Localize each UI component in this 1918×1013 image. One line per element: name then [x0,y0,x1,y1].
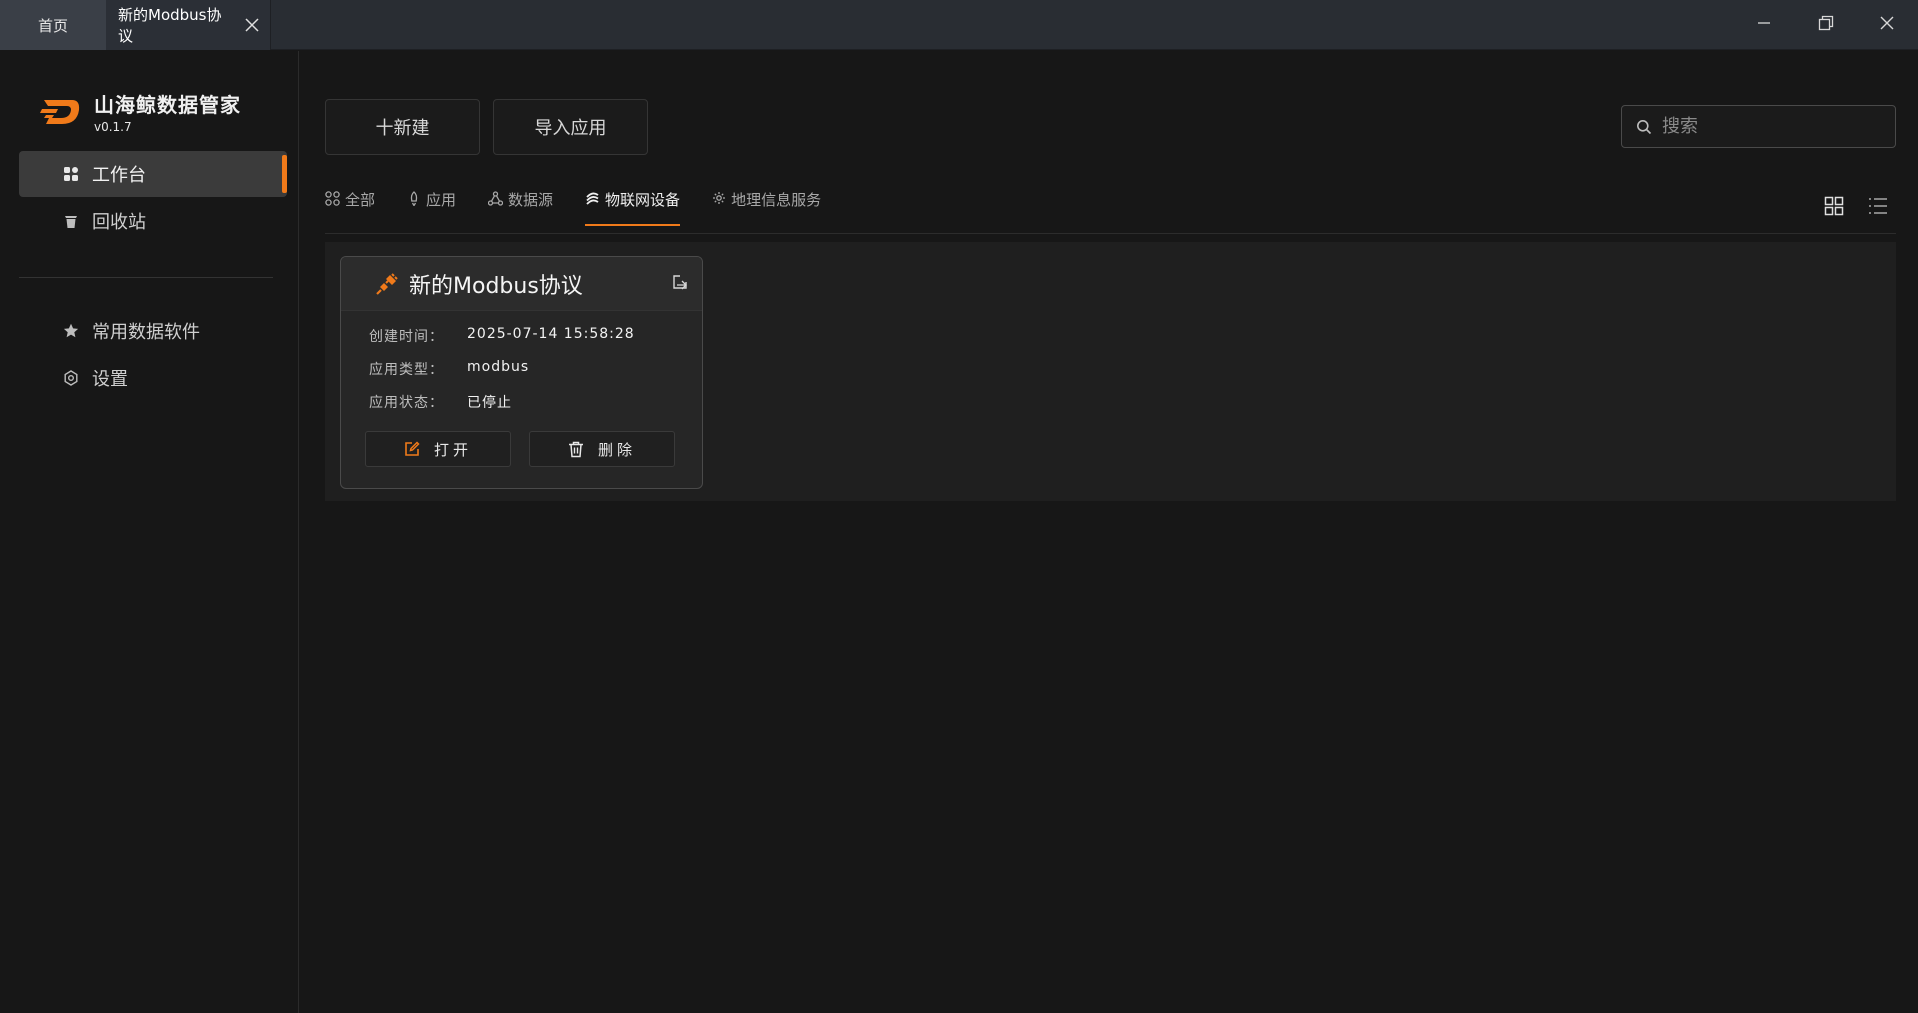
tab-all[interactable]: 全部 [325,184,375,226]
gis-icon [713,192,726,204]
share-icon[interactable] [672,274,688,290]
tab-home[interactable]: 首页 [0,0,106,50]
list-view-icon [1869,198,1887,214]
sidebar-item-label: 工作台 [92,165,146,186]
open-button[interactable]: 打开 [365,431,511,467]
search-input[interactable] [1662,116,1882,137]
active-indicator [282,155,287,193]
card-row-status: 应用状态： 已停止 [369,392,512,412]
rocket-icon [410,191,418,206]
status-value: 已停止 [467,395,512,411]
iot-icon [586,192,599,205]
tab-apps[interactable]: 应用 [407,184,456,226]
delete-label: 删除 [597,440,636,459]
trash-icon [65,216,77,228]
sidebar-item-common-software[interactable]: 常用数据软件 [19,308,287,354]
sidebar-item-label: 设置 [92,369,128,390]
search-box [1621,105,1896,148]
card-header: 新的Modbus协议 [341,257,702,311]
app-logo-block: 山海鲸数据管家 v0.1.7 [40,89,241,134]
tab-iot-devices-label: 物联网设备 [605,191,681,209]
tab-all-label: 全部 [345,191,376,209]
plug-icon [376,272,398,295]
card-row-created: 创建时间： 2025-07-14 15:58:28 [369,326,635,346]
grid-icon [64,167,78,181]
gear-icon [64,370,78,386]
nodes-icon [488,191,504,206]
minimize-button[interactable] [1733,0,1795,46]
card-title: 新的Modbus协议 [409,273,583,299]
main-area: 十新建 导入应用 全部 应用 数据源 [300,51,1918,1013]
tab-modbus-label: 新的Modbus协议 [118,6,222,45]
app-card[interactable]: 新的Modbus协议 创建时间： 2025-07-14 15:58:28 应用类… [340,256,703,489]
sidebar-item-label: 常用数据软件 [92,322,200,343]
tab-datasource[interactable]: 数据源 [488,184,553,226]
grid-view-toggle[interactable] [1821,193,1847,219]
type-value: modbus [467,359,530,375]
sidebar-item-settings[interactable]: 设置 [19,355,287,401]
tab-iot-devices[interactable]: 物联网设备 [585,184,681,226]
tab-close-icon[interactable] [234,0,270,50]
minimize-icon [1758,22,1770,24]
tab-apps-label: 应用 [426,191,457,209]
close-icon [1880,16,1894,30]
sidebar-item-recycle-bin[interactable]: 回收站 [19,198,287,244]
restore-icon [1818,15,1834,31]
delete-button[interactable]: 删除 [529,431,675,467]
sidebar: 山海鲸数据管家 v0.1.7 工作台 回收站 常用数据软件 设置 [0,51,299,1013]
tab-home-label: 首页 [37,16,68,35]
category-tabs: 全部 应用 数据源 物联网设备 地理信息服务 [325,184,853,226]
trash-icon [568,441,583,457]
created-value: 2025-07-14 15:58:28 [467,326,635,342]
title-bar: 首页 新的Modbus协议 [0,0,1918,50]
created-label: 创建时间： [369,329,444,345]
sidebar-item-workbench[interactable]: 工作台 [19,151,287,197]
status-label: 应用状态： [369,395,444,411]
sidebar-divider [19,277,273,278]
tab-gis-services-label: 地理信息服务 [731,191,822,209]
import-app-button[interactable]: 导入应用 [493,99,648,155]
edit-icon [405,441,420,456]
app-logo-icon [40,99,80,124]
app-version: v0.1.7 [94,120,132,134]
list-view-toggle[interactable] [1865,193,1891,219]
tab-modbus[interactable]: 新的Modbus协议 [106,0,271,50]
maximize-button[interactable] [1795,0,1857,46]
tabs-divider [325,233,1896,234]
close-window-button[interactable] [1856,0,1918,46]
open-label: 打开 [433,440,472,459]
star-icon [63,323,79,338]
apps-icon [325,191,340,206]
search-icon [1637,119,1652,134]
new-button[interactable]: 十新建 [325,99,480,155]
sidebar-item-label: 回收站 [92,212,146,233]
grid-view-icon [1824,196,1844,216]
card-row-type: 应用类型： modbus [369,359,529,379]
tab-gis-services[interactable]: 地理信息服务 [712,184,821,226]
app-name: 山海鲸数据管家 [94,93,241,117]
tab-datasource-label: 数据源 [508,191,554,209]
type-label: 应用类型： [369,362,444,378]
